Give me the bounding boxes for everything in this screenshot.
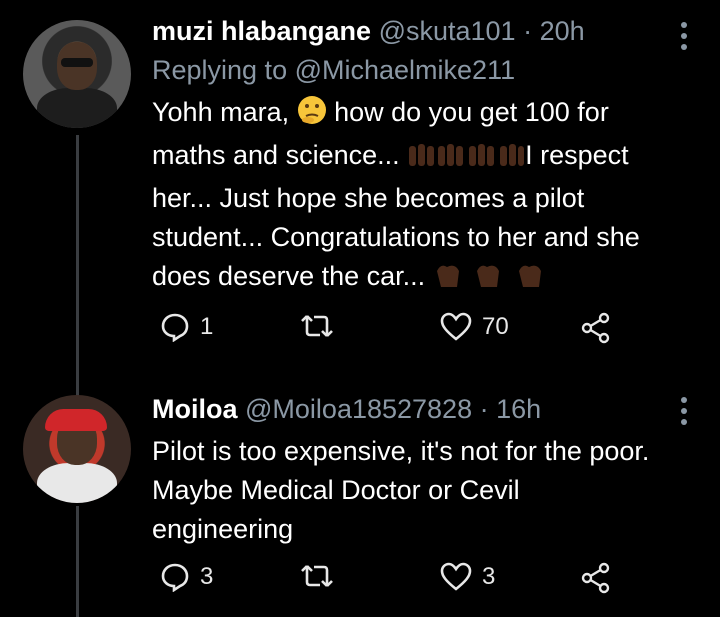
replying-prefix: Replying to xyxy=(152,55,288,85)
share-icon xyxy=(581,312,610,344)
tweet-actions: 1 70 xyxy=(152,312,652,352)
tweet-header: Moiloa @Moiloa18527828 · 16h xyxy=(152,392,660,426)
reply-icon xyxy=(161,563,189,592)
replying-to: Replying to @Michaelmike211 xyxy=(152,53,660,87)
like-count: 70 xyxy=(482,313,509,340)
user-handle[interactable]: @Moiloa18527828 xyxy=(245,394,472,424)
reply-count: 3 xyxy=(200,563,214,590)
tweet-text-part: Yohh mara, xyxy=(152,97,297,127)
replying-handle[interactable]: @Michaelmike211 xyxy=(295,55,516,85)
timestamp[interactable]: 16h xyxy=(496,394,541,424)
user-handle[interactable]: @skuta101 xyxy=(379,16,516,46)
tweet-header: muzi hlabangane @skuta101 · 20h xyxy=(152,14,660,48)
tweet-text: Pilot is too expensive, it's not for the… xyxy=(152,436,650,544)
tweet[interactable]: Moiloa @Moiloa18527828 · 16h Pilot is to… xyxy=(0,380,720,617)
share-icon xyxy=(581,562,610,594)
retweet-icon xyxy=(301,565,333,587)
like-button[interactable]: 70 xyxy=(440,312,509,342)
reply-icon xyxy=(161,313,189,342)
thinking-face-emoji xyxy=(297,95,327,136)
more-options-icon[interactable] xyxy=(681,22,689,50)
tweet-text: Yohh mara, how do you get 100 for maths … xyxy=(152,93,660,300)
reply-count: 1 xyxy=(200,313,214,340)
like-button[interactable]: 3 xyxy=(440,562,495,592)
share-button[interactable] xyxy=(580,312,612,344)
heart-icon xyxy=(440,312,472,341)
timestamp[interactable]: 20h xyxy=(540,16,585,46)
tweet[interactable]: muzi hlabangane @skuta101 · 20h Replying… xyxy=(0,0,720,370)
avatar[interactable] xyxy=(23,20,131,128)
reply-button[interactable]: 1 xyxy=(160,312,213,342)
like-count: 3 xyxy=(482,563,496,590)
tweet-actions: 3 3 xyxy=(152,562,652,602)
avatar[interactable] xyxy=(23,395,131,503)
separator: · xyxy=(523,16,533,46)
heart-icon xyxy=(440,562,472,591)
display-name[interactable]: muzi hlabangane xyxy=(152,16,371,46)
display-name[interactable]: Moiloa xyxy=(152,394,238,424)
share-button[interactable] xyxy=(580,562,612,594)
raised-hands-emoji xyxy=(407,140,525,179)
retweet-button[interactable] xyxy=(300,312,344,340)
retweet-button[interactable] xyxy=(300,562,344,590)
separator: · xyxy=(479,394,489,424)
reply-button[interactable]: 3 xyxy=(160,562,213,592)
clapping-hands-emoji xyxy=(433,261,553,300)
more-options-icon[interactable] xyxy=(681,397,689,425)
retweet-icon xyxy=(301,315,333,337)
